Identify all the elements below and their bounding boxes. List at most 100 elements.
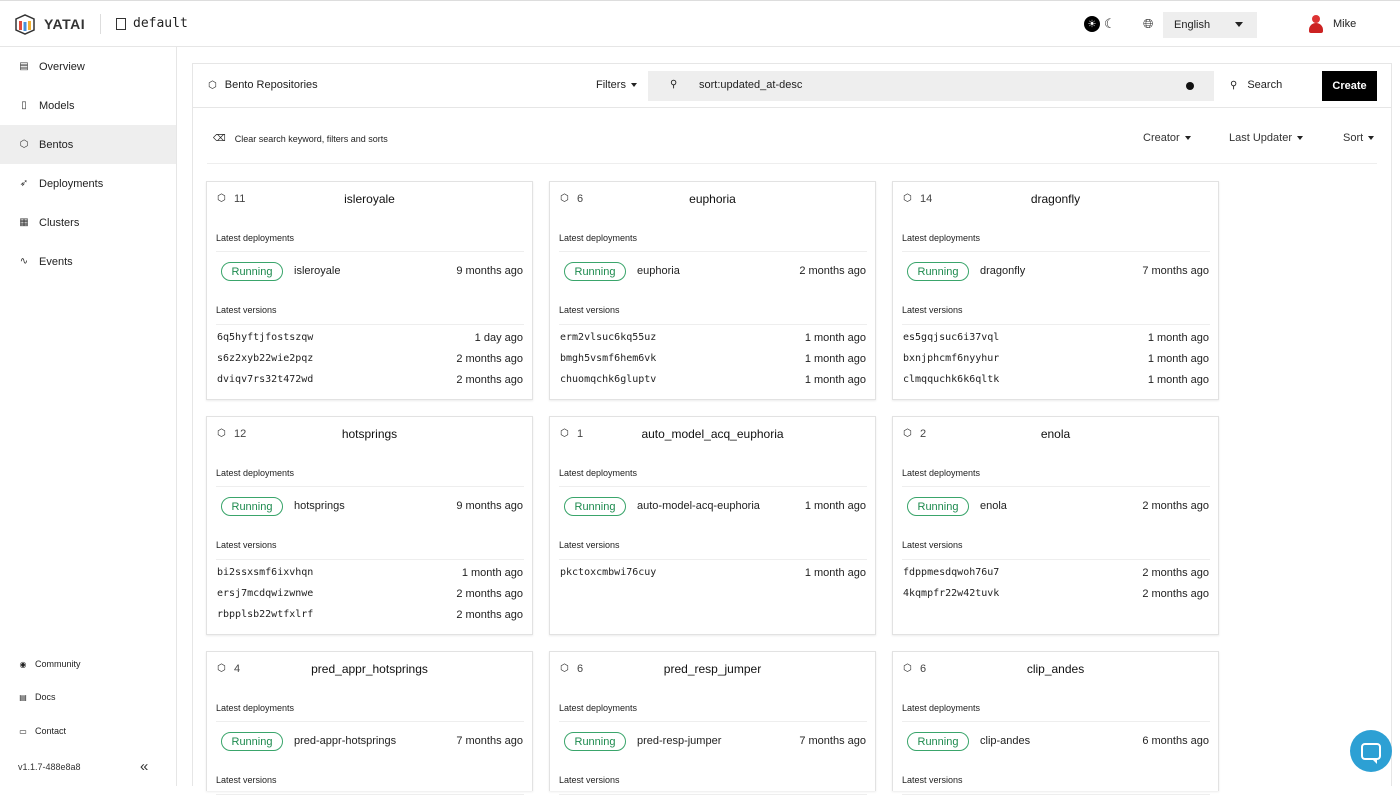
sidebar-footer-docs[interactable]: ▤ Docs [0,692,176,702]
deployment-row[interactable]: Running euphoria 2 months ago [564,262,866,282]
app-logo[interactable]: YATAI [14,13,85,35]
sidebar-item-overview[interactable]: ▤ Overview [0,47,176,86]
sidebar-item-clusters[interactable]: ▦ Clusters [0,203,176,242]
version-id[interactable]: ersj7mcdqwizwnwe [217,588,313,599]
version-row[interactable]: chuomqchk6gluptv 1 month ago [560,374,866,388]
deployment-name[interactable]: clip-andes [980,735,1030,747]
deployment-name[interactable]: auto-model-acq-euphoria [637,500,760,512]
divider [559,559,867,560]
version-id[interactable]: rbpplsb22wtfxlrf [217,609,313,620]
bento-name[interactable]: euphoria [560,192,865,206]
bento-name[interactable]: pred_resp_jumper [560,662,865,676]
chat-support-button[interactable] [1350,730,1392,772]
version-time: 2 months ago [456,353,523,365]
sidebar-item-bentos[interactable]: ⬡ Bentos [0,125,176,164]
version-row[interactable]: 4kqmpfr22w42tuvk 2 months ago [903,588,1209,602]
version-row[interactable]: ersj7mcdqwizwnwe 2 months ago [217,588,523,602]
chat-icon [1361,742,1381,764]
user-menu[interactable]: Mike [1309,15,1356,33]
bento-name[interactable]: dragonfly [903,192,1208,206]
sort-dropdown[interactable]: Sort [1343,132,1375,144]
sidebar-item-events[interactable]: ∿ Events [0,242,176,281]
sidebar-footer-contact[interactable]: ▭ Contact [0,726,176,736]
version-id[interactable]: pkctoxcmbwi76cuy [560,567,656,578]
version-id[interactable]: bxnjphcmf6nyyhur [903,353,999,364]
version-id[interactable]: dviqv7rs32t472wd [217,374,313,385]
version-row[interactable]: dviqv7rs32t472wd 2 months ago [217,374,523,388]
version-id[interactable]: fdppmesdqwoh76u7 [903,567,999,578]
create-button[interactable]: Create [1322,71,1377,101]
deployment-row[interactable]: Running isleroyale 9 months ago [221,262,523,282]
bento-name[interactable]: isleroyale [217,192,522,206]
version-id[interactable]: es5gqjsuc6i37vql [903,332,999,343]
sidebar-item-deployments[interactable]: ➶ Deployments [0,164,176,203]
moon-icon[interactable]: ☾ [1104,16,1116,32]
version-row[interactable]: s6z2xyb22wie2pqz 2 months ago [217,353,523,367]
bento-name[interactable]: hotsprings [217,427,522,441]
version-id[interactable]: erm2vlsuc6kq55uz [560,332,656,343]
deployment-row[interactable]: Running pred-resp-jumper 7 months ago [564,732,866,752]
sidebar-footer-community[interactable]: ◉ Community [0,659,176,669]
collapse-sidebar-icon[interactable]: « [140,758,148,775]
version-id[interactable]: bi2ssxsmf6ixvhqn [217,567,313,578]
creator-dropdown[interactable]: Creator [1143,132,1191,144]
deployment-name[interactable]: enola [980,500,1007,512]
version-row[interactable]: bi2ssxsmf6ixvhqn 1 month ago [217,567,523,581]
version-row[interactable]: bmgh5vsmf6hem6vk 1 month ago [560,353,866,367]
sun-icon[interactable]: ☀ [1084,16,1100,32]
search-button[interactable]: ⚲ Search [1230,79,1282,91]
version-row[interactable]: bxnjphcmf6nyyhur 1 month ago [903,353,1209,367]
version-id[interactable]: chuomqchk6gluptv [560,374,656,385]
bento-name[interactable]: auto_model_acq_euphoria [560,427,865,441]
version-id[interactable]: s6z2xyb22wie2pqz [217,353,313,364]
version-time: 2 months ago [1142,588,1209,600]
bento-card[interactable]: ⬡ 6 clip_andes Latest deployments Running cli… [892,651,1219,795]
deployment-row[interactable]: Running enola 2 months ago [907,497,1209,517]
deployment-name[interactable]: isleroyale [294,265,340,277]
deployment-row[interactable]: Running pred-appr-hotsprings 7 months ago [221,732,523,752]
card-header: ⬡ 12 hotsprings [217,427,522,443]
deployment-name[interactable]: pred-resp-jumper [637,735,721,747]
bento-card[interactable]: ⬡ 1 auto_model_acq_euphoria Latest deployme… [549,416,876,635]
deployment-row[interactable]: Running dragonfly 7 months ago [907,262,1209,282]
version-row[interactable]: pkctoxcmbwi76cuy 1 month ago [560,567,866,581]
version-id[interactable]: clmqquchk6k6qltk [903,374,999,385]
bento-name[interactable]: clip_andes [903,662,1208,676]
bento-card[interactable]: ⬡ 4 pred_appr_hotsprings Latest deployments… [206,651,533,795]
version-id[interactable]: 4kqmpfr22w42tuvk [903,588,999,599]
deployment-name[interactable]: pred-appr-hotsprings [294,735,396,747]
deployment-time: 7 months ago [1142,265,1209,277]
filters-dropdown[interactable]: Filters [596,79,637,91]
version-row[interactable]: es5gqjsuc6i37vql 1 month ago [903,332,1209,346]
sidebar-item-models[interactable]: ▯ Models [0,86,176,125]
deployment-name[interactable]: euphoria [637,265,680,277]
bento-card[interactable]: ⬡ 11 isleroyale Latest deployments Running is… [206,181,533,400]
search-input[interactable]: ⚲ sort:updated_at-desc [648,71,1214,101]
version-row[interactable]: 6q5hyftjfostszqw 1 day ago [217,332,523,346]
version-row[interactable]: fdppmesdqwoh76u7 2 months ago [903,567,1209,581]
bento-card[interactable]: ⬡ 6 pred_resp_jumper Latest deployments Runn… [549,651,876,795]
clear-filters-button[interactable]: ⌫ Clear search keyword, filters and sort… [213,133,388,144]
version-row[interactable]: clmqquchk6k6qltk 1 month ago [903,374,1209,388]
bento-name[interactable]: pred_appr_hotsprings [217,662,522,676]
bento-card[interactable]: ⬡ 6 euphoria Latest deployments Running eupho… [549,181,876,400]
version-row[interactable]: erm2vlsuc6kq55uz 1 month ago [560,332,866,346]
theme-toggle[interactable]: ☀ ☾ [1084,16,1116,32]
last-updater-dropdown[interactable]: Last Updater [1229,132,1303,144]
bento-card[interactable]: ⬡ 12 hotsprings Latest deployments Running ho… [206,416,533,635]
bento-card[interactable]: ⬡ 14 dragonfly Latest deployments Running dra… [892,181,1219,400]
clear-search-icon[interactable] [1186,82,1194,90]
deployment-row[interactable]: Running auto-model-acq-euphoria 1 month ag… [564,497,866,517]
bento-card[interactable]: ⬡ 2 enola Latest deployments Running enola 2 m… [892,416,1219,635]
version-id[interactable]: bmgh5vsmf6hem6vk [560,353,656,364]
language-select[interactable]: English [1163,12,1257,38]
deployment-row[interactable]: Running clip-andes 6 months ago [907,732,1209,752]
deployment-name[interactable]: hotsprings [294,500,345,512]
latest-deployments-label: Latest deployments [559,468,638,478]
deployment-name[interactable]: dragonfly [980,265,1025,277]
org-selector[interactable]: default [116,16,188,31]
version-id[interactable]: 6q5hyftjfostszqw [217,332,313,343]
bento-name[interactable]: enola [903,427,1208,441]
version-row[interactable]: rbpplsb22wtfxlrf 2 months ago [217,609,523,623]
deployment-row[interactable]: Running hotsprings 9 months ago [221,497,523,517]
